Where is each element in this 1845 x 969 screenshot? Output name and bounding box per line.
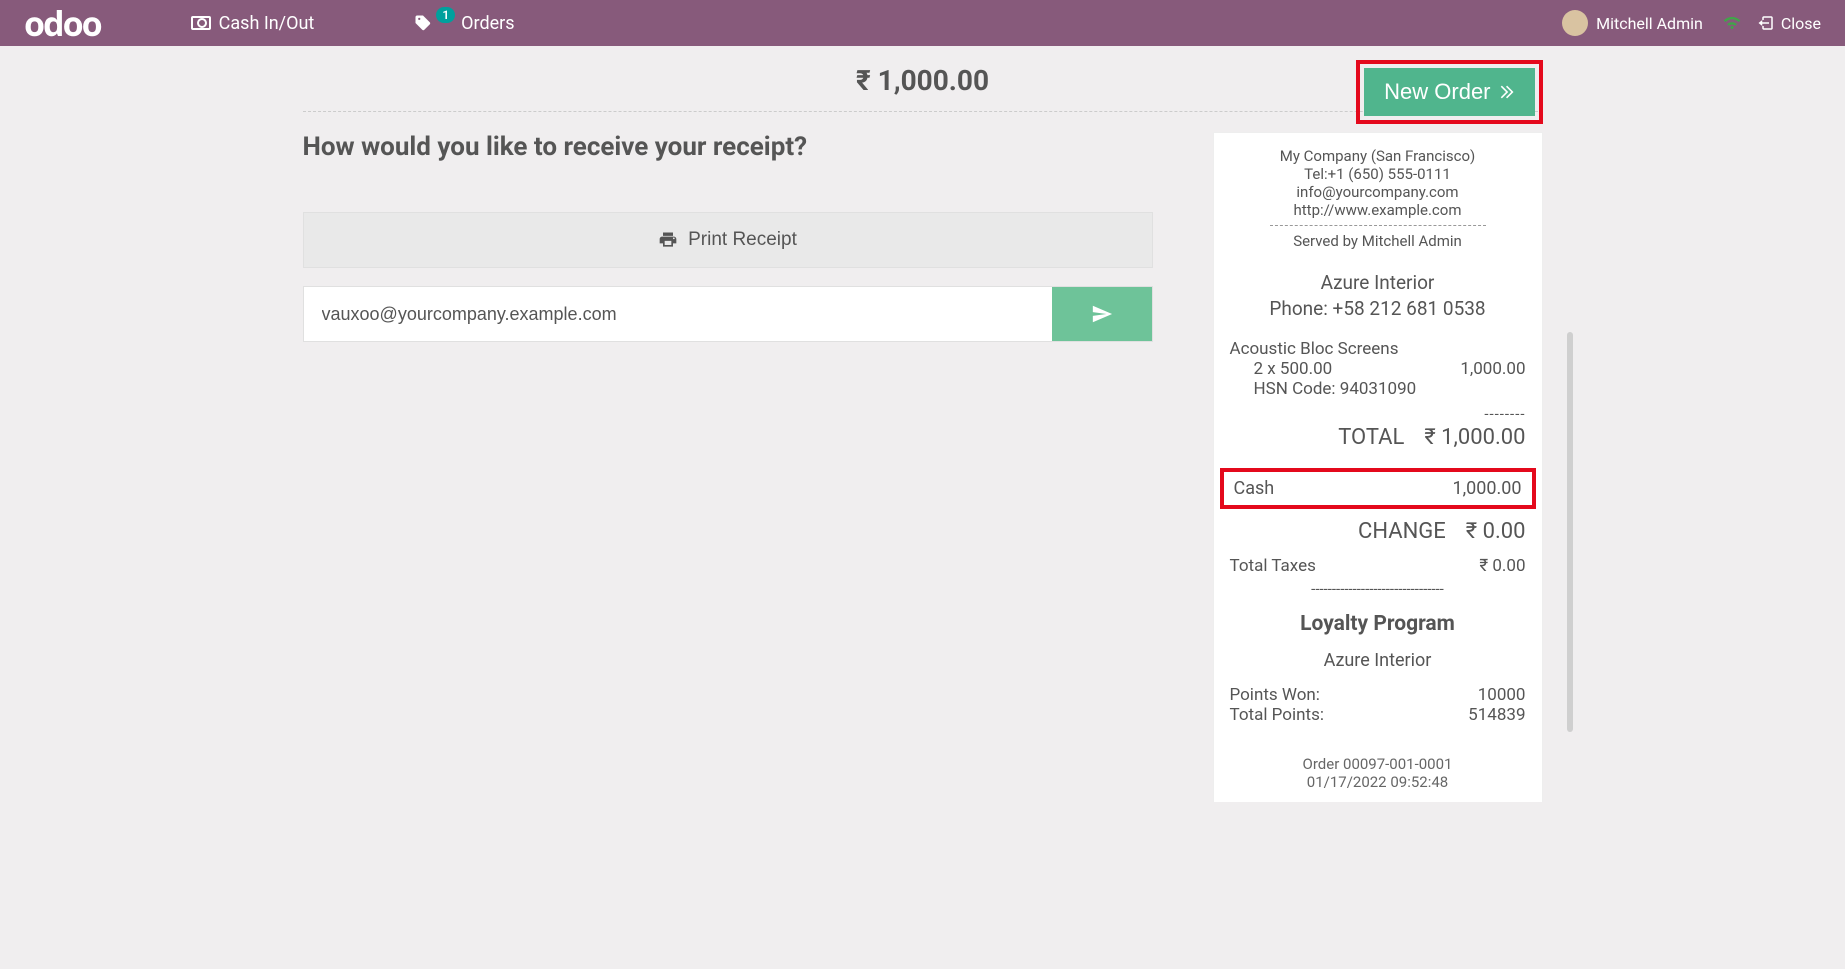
points-won-value: 10000 [1478, 685, 1526, 705]
main-container: ₹ 1,000.00 New Order How would you like … [303, 46, 1543, 802]
logout-icon [1757, 14, 1775, 32]
close-label: Close [1781, 14, 1821, 33]
avatar [1562, 10, 1588, 36]
receipt-total-value: ₹ 1,000.00 [1424, 425, 1525, 450]
double-chevron-right-icon [1497, 83, 1515, 101]
total-points-value: 514839 [1468, 705, 1525, 725]
receipt-taxes-value: ₹ 0.00 [1479, 556, 1525, 576]
receipt-change-value: ₹ 0.00 [1466, 519, 1526, 544]
receipt-item-name: Acoustic Bloc Screens [1230, 339, 1526, 359]
receipt-item-amount: 1,000.00 [1460, 359, 1525, 379]
email-row [303, 286, 1153, 342]
divider-dashes-2: -------------------------------- [1230, 580, 1526, 598]
loyalty-heading: Loyalty Program [1230, 612, 1526, 636]
receipt-preview: My Company (San Francisco) Tel:+1 (650) … [1213, 132, 1543, 802]
tag-icon [414, 14, 432, 32]
divider-dashes: -------- [1230, 405, 1526, 423]
paper-plane-icon [1091, 303, 1113, 325]
new-order-label: New Order [1384, 79, 1490, 105]
receipt-order-ref: Order 00097-001-0001 [1230, 755, 1526, 773]
receipt-customer-name: Azure Interior [1230, 270, 1526, 296]
new-order-button[interactable]: New Order [1364, 68, 1534, 116]
email-input[interactable] [304, 287, 1052, 341]
logo[interactable]: odoo [24, 0, 101, 46]
total-points-label: Total Points: [1230, 705, 1324, 725]
receipt-total-label: TOTAL [1338, 425, 1404, 450]
new-order-highlight: New Order [1356, 60, 1542, 124]
cash-highlight: Cash 1,000.00 [1220, 468, 1536, 509]
cash-in-out-button[interactable]: Cash In/Out [191, 13, 315, 34]
close-button[interactable]: Close [1757, 14, 1821, 33]
receipt-tel: Tel:+1 (650) 555-0111 [1230, 165, 1526, 183]
scrollbar[interactable] [1567, 332, 1573, 732]
print-label: Print Receipt [688, 229, 797, 251]
topbar: odoo Cash In/Out 1 Orders Mitchell Admin… [0, 0, 1845, 46]
wifi-icon [1721, 14, 1743, 32]
receipt-email: info@yourcompany.com [1230, 183, 1526, 201]
orders-label: Orders [461, 13, 514, 34]
receipt-order-date: 01/17/2022 09:52:48 [1230, 773, 1526, 791]
points-won-label: Points Won: [1230, 685, 1320, 705]
receipt-cash-label: Cash [1234, 478, 1275, 499]
send-email-button[interactable] [1052, 287, 1152, 341]
receipt-item-qty: 2 x 500.00 [1230, 359, 1333, 379]
receipt-taxes-label: Total Taxes [1230, 556, 1316, 576]
receipt-web: http://www.example.com [1230, 201, 1526, 219]
receipt-company: My Company (San Francisco) [1230, 147, 1526, 165]
user-name: Mitchell Admin [1596, 14, 1703, 33]
orders-badge: 1 [436, 7, 455, 23]
cash-icon [191, 16, 211, 30]
cash-in-out-label: Cash In/Out [219, 13, 315, 34]
print-icon [658, 230, 678, 250]
receipt-cash-value: 1,000.00 [1453, 478, 1522, 499]
user-menu[interactable]: Mitchell Admin [1562, 10, 1703, 36]
receipt-customer-phone: Phone: +58 212 681 0538 [1230, 296, 1526, 322]
receipt-served-by: Served by Mitchell Admin [1230, 232, 1526, 250]
receipt-item-hsn: HSN Code: 94031090 [1230, 379, 1526, 399]
print-receipt-button[interactable]: Print Receipt [303, 212, 1153, 268]
receipt-question: How would you like to receive your recei… [303, 132, 1153, 162]
orders-button[interactable]: 1 Orders [414, 13, 514, 34]
loyalty-customer: Azure Interior [1230, 650, 1526, 671]
receipt-change-label: CHANGE [1358, 519, 1446, 544]
